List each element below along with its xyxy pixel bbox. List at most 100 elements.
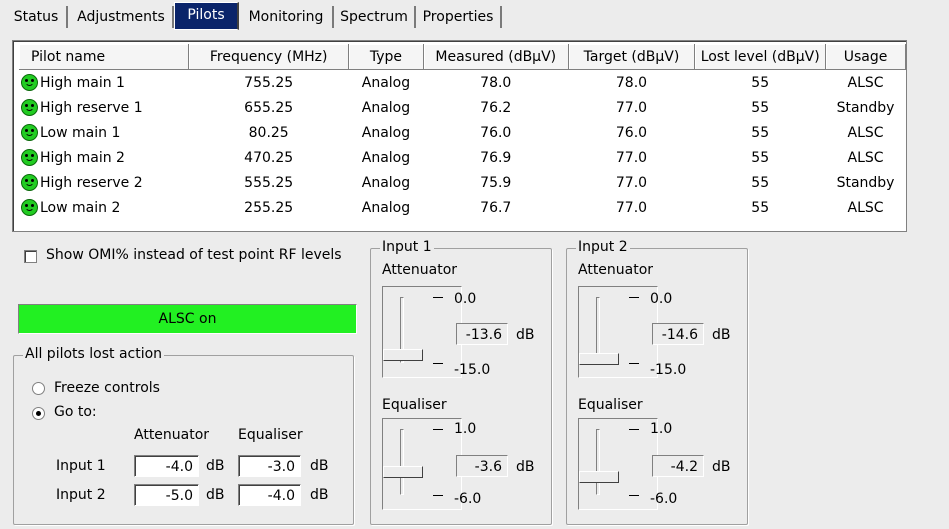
slider-groove (400, 429, 404, 495)
input-2-attenuator-max: 0.0 (650, 291, 673, 307)
column-header-lost-level[interactable]: Lost level (dBµV) (694, 44, 827, 70)
type-cell: Analog (361, 174, 411, 191)
frequency-cell: 255.25 (244, 199, 294, 216)
input-2-attenuator-slider[interactable] (578, 286, 658, 378)
slider-thumb[interactable] (383, 349, 423, 362)
frequency-cell: 755.25 (244, 74, 294, 91)
smiley-ok-icon (21, 174, 38, 191)
table-row[interactable]: High reserve 1 655.25 Analog 76.2 77.0 5… (19, 95, 906, 120)
slider-tick (629, 363, 639, 364)
table-row[interactable]: Low main 2 255.25 Analog 76.7 77.0 55 AL… (19, 195, 906, 220)
unit-label: dB (712, 459, 731, 475)
pilot-name: Low main 2 (40, 200, 121, 216)
lost-input-2-equaliser-field[interactable]: -4.0 (238, 484, 301, 506)
frequency-cell: 80.25 (248, 124, 289, 141)
measured-cell: 76.9 (480, 149, 512, 166)
lost-level-cell: 55 (751, 74, 770, 91)
pilot-name-cell: High main 1 (19, 70, 189, 96)
alsc-status-indicator: ALSC on (18, 304, 357, 334)
lost-input-1-equaliser-field[interactable]: -3.0 (238, 455, 301, 477)
measured-cell: 78.0 (480, 74, 512, 91)
freeze-controls-label: Freeze controls (54, 380, 160, 396)
lost-level-cell: 55 (751, 174, 770, 191)
frequency-cell: 555.25 (244, 174, 294, 191)
table-row[interactable]: High main 2 470.25 Analog 76.9 77.0 55 A… (19, 145, 906, 170)
unit-label: dB (712, 327, 731, 343)
tab-adjustments[interactable]: Adjustments (70, 6, 174, 28)
goto-radio[interactable] (32, 407, 45, 420)
input-1-attenuator-slider[interactable] (382, 286, 462, 378)
tab-pilots[interactable]: Pilots (174, 2, 239, 30)
input-2-equaliser-slider[interactable] (578, 418, 658, 510)
lost-level-cell: 55 (751, 99, 770, 116)
lost-level-cell: 55 (751, 199, 770, 216)
input-1-attenuator-label: Attenuator (382, 262, 458, 278)
input-1-attenuator-max: 0.0 (454, 291, 477, 307)
column-header-frequency[interactable]: Frequency (MHz) (188, 44, 350, 70)
usage-cell: Standby (836, 99, 895, 116)
smiley-ok-icon (21, 74, 38, 91)
input-1-equaliser-slider[interactable] (382, 418, 462, 510)
type-cell: Analog (361, 99, 411, 116)
frequency-cell: 655.25 (244, 99, 294, 116)
pilot-name: High main 1 (40, 75, 125, 91)
pilot-name-cell: High main 2 (19, 145, 189, 170)
tab-monitoring[interactable]: Monitoring (240, 6, 334, 28)
input-1-equaliser-value: -3.6 (456, 455, 508, 477)
type-cell: Analog (361, 149, 411, 166)
equaliser-column-label: Equaliser (238, 427, 303, 443)
input-1-equaliser-min: -6.0 (454, 491, 482, 507)
smiley-ok-icon (21, 199, 38, 216)
freeze-controls-radio[interactable] (32, 382, 45, 395)
lost-action-title: All pilots lost action (23, 346, 165, 362)
input-2-title: Input 2 (576, 239, 630, 255)
unit-label: dB (310, 458, 329, 474)
table-row[interactable]: High main 1 755.25 Analog 78.0 78.0 55 A… (19, 70, 906, 96)
tab-status[interactable]: Status (6, 6, 68, 28)
unit-label: dB (516, 459, 535, 475)
column-header-measured[interactable]: Measured (dBµV) (423, 44, 569, 70)
measured-cell: 76.2 (480, 99, 512, 116)
input-2-equaliser-min: -6.0 (650, 491, 678, 507)
table-row[interactable]: Low main 1 80.25 Analog 76.0 76.0 55 ALS… (19, 120, 906, 145)
type-cell: Analog (361, 199, 411, 216)
tab-spectrum[interactable]: Spectrum (334, 6, 416, 28)
usage-cell: ALSC (847, 74, 884, 91)
column-header-target[interactable]: Target (dBµV) (568, 44, 696, 70)
slider-thumb[interactable] (383, 465, 423, 478)
pilot-name-cell: High reserve 2 (19, 170, 189, 195)
pilots-table-container[interactable]: Pilot name Frequency (MHz) Type Measured… (12, 40, 907, 232)
input-2-equaliser-value: -4.2 (652, 455, 704, 477)
lost-input-2-attenuator-field[interactable]: -5.0 (134, 484, 199, 506)
pilot-name-cell: Low main 2 (19, 195, 189, 220)
unit-label: dB (310, 487, 329, 503)
lost-input-1-label: Input 1 (56, 458, 106, 474)
slider-tick (433, 429, 443, 430)
unit-label: dB (206, 487, 225, 503)
column-header-pilot-name[interactable]: Pilot name (19, 44, 190, 70)
target-cell: 77.0 (615, 174, 648, 191)
column-header-type[interactable]: Type (348, 44, 424, 70)
target-cell: 76.0 (615, 124, 648, 141)
slider-tick (629, 495, 639, 496)
input-2-equaliser-max: 1.0 (650, 421, 673, 437)
pilot-name: High main 2 (40, 150, 125, 166)
usage-cell: Standby (836, 174, 895, 191)
smiley-ok-icon (21, 99, 38, 116)
show-omi-checkbox[interactable] (24, 250, 37, 263)
input-2-equaliser-label: Equaliser (578, 397, 643, 413)
slider-groove (596, 429, 600, 495)
attenuator-column-label: Attenuator (134, 427, 210, 443)
lost-input-1-attenuator-field[interactable]: -4.0 (134, 455, 199, 477)
input-1-equaliser-label: Equaliser (382, 397, 447, 413)
slider-thumb[interactable] (579, 471, 619, 484)
input-1-equaliser-max: 1.0 (454, 421, 477, 437)
slider-thumb[interactable] (579, 353, 619, 366)
target-cell: 78.0 (615, 74, 648, 91)
column-header-usage[interactable]: Usage (825, 44, 906, 70)
target-cell: 77.0 (615, 199, 648, 216)
slider-tick (433, 297, 443, 298)
table-row[interactable]: High reserve 2 555.25 Analog 75.9 77.0 5… (19, 170, 906, 195)
type-cell: Analog (361, 74, 411, 91)
tab-properties[interactable]: Properties (416, 6, 502, 28)
